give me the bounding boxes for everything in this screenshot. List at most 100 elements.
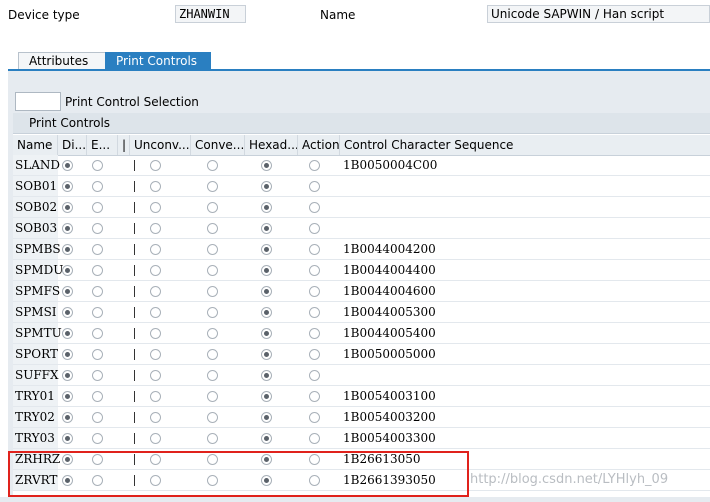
radio-hexad[interactable]: [261, 202, 272, 213]
radio-e[interactable]: [92, 244, 103, 255]
radio-di[interactable]: [62, 433, 73, 444]
radio-unconv[interactable]: [150, 244, 161, 255]
table-row[interactable]: SUFFX: [13, 365, 710, 386]
col-action[interactable]: Action: [298, 135, 340, 155]
table-row[interactable]: TRY02 1B0054003200: [13, 407, 710, 428]
col-name[interactable]: Name: [13, 135, 58, 155]
radio-action[interactable]: [309, 160, 320, 171]
radio-conve[interactable]: [207, 244, 218, 255]
control-sequence-cell[interactable]: 1B0054003100: [340, 386, 710, 406]
control-sequence-cell[interactable]: 1B0054003300: [340, 428, 710, 448]
radio-conve[interactable]: [207, 181, 218, 192]
radio-unconv[interactable]: [150, 202, 161, 213]
col-unconv[interactable]: Unconv...: [130, 135, 191, 155]
radio-action[interactable]: [309, 328, 320, 339]
radio-di[interactable]: [62, 181, 73, 192]
radio-conve[interactable]: [207, 370, 218, 381]
control-sequence-cell[interactable]: 1B0044004600: [340, 281, 710, 301]
col-conve[interactable]: Conve...: [191, 135, 245, 155]
radio-di[interactable]: [62, 265, 73, 276]
radio-di[interactable]: [62, 160, 73, 171]
radio-di[interactable]: [62, 223, 73, 234]
control-sequence-cell[interactable]: [340, 218, 710, 238]
radio-e[interactable]: [92, 307, 103, 318]
radio-unconv[interactable]: [150, 307, 161, 318]
radio-conve[interactable]: [207, 202, 218, 213]
control-sequence-cell[interactable]: 1B0044004200: [340, 239, 710, 259]
radio-hexad[interactable]: [261, 286, 272, 297]
table-row[interactable]: SPMFS 1B0044004600: [13, 281, 710, 302]
radio-di[interactable]: [62, 286, 73, 297]
radio-unconv[interactable]: [150, 328, 161, 339]
radio-conve[interactable]: [207, 307, 218, 318]
radio-hexad[interactable]: [261, 181, 272, 192]
radio-unconv[interactable]: [150, 433, 161, 444]
table-row[interactable]: SOB01: [13, 176, 710, 197]
radio-di[interactable]: [62, 244, 73, 255]
device-type-field[interactable]: ZHANWIN: [175, 5, 246, 23]
radio-action[interactable]: [309, 433, 320, 444]
radio-unconv[interactable]: [150, 391, 161, 402]
table-row[interactable]: TRY01 1B0054003100: [13, 386, 710, 407]
radio-hexad[interactable]: [261, 223, 272, 234]
radio-unconv[interactable]: [150, 223, 161, 234]
radio-conve[interactable]: [207, 433, 218, 444]
radio-e[interactable]: [92, 286, 103, 297]
radio-action[interactable]: [309, 181, 320, 192]
col-control-sequence[interactable]: Control Character Sequence: [340, 135, 710, 155]
radio-hexad[interactable]: [261, 391, 272, 402]
radio-hexad[interactable]: [261, 244, 272, 255]
radio-action[interactable]: [309, 412, 320, 423]
name-field[interactable]: Unicode SAPWIN / Han script: [487, 5, 710, 23]
radio-e[interactable]: [92, 223, 103, 234]
radio-conve[interactable]: [207, 412, 218, 423]
table-row[interactable]: SPMBS 1B0044004200: [13, 239, 710, 260]
control-sequence-cell[interactable]: 1B0054003200: [340, 407, 710, 427]
radio-action[interactable]: [309, 370, 320, 381]
radio-unconv[interactable]: [150, 160, 161, 171]
radio-hexad[interactable]: [261, 307, 272, 318]
col-di[interactable]: Di...: [58, 135, 87, 155]
tab-print-controls[interactable]: Print Controls: [105, 52, 211, 70]
radio-e[interactable]: [92, 412, 103, 423]
radio-conve[interactable]: [207, 349, 218, 360]
radio-unconv[interactable]: [150, 286, 161, 297]
table-row[interactable]: SOB03: [13, 218, 710, 239]
control-sequence-cell[interactable]: [340, 197, 710, 217]
radio-action[interactable]: [309, 391, 320, 402]
radio-hexad[interactable]: [261, 433, 272, 444]
radio-action[interactable]: [309, 286, 320, 297]
radio-di[interactable]: [62, 370, 73, 381]
radio-unconv[interactable]: [150, 412, 161, 423]
radio-unconv[interactable]: [150, 370, 161, 381]
table-row[interactable]: SLAND 1B0050004C00: [13, 155, 710, 176]
radio-di[interactable]: [62, 307, 73, 318]
radio-unconv[interactable]: [150, 265, 161, 276]
radio-e[interactable]: [92, 391, 103, 402]
radio-e[interactable]: [92, 160, 103, 171]
tab-attributes[interactable]: Attributes: [18, 52, 106, 70]
radio-action[interactable]: [309, 244, 320, 255]
radio-unconv[interactable]: [150, 181, 161, 192]
control-sequence-cell[interactable]: 1B0044005400: [340, 323, 710, 343]
col-bar[interactable]: |: [118, 135, 130, 155]
radio-e[interactable]: [92, 433, 103, 444]
radio-hexad[interactable]: [261, 370, 272, 381]
radio-action[interactable]: [309, 223, 320, 234]
radio-conve[interactable]: [207, 286, 218, 297]
table-row[interactable]: TRY03 1B0054003300: [13, 428, 710, 449]
radio-di[interactable]: [62, 328, 73, 339]
radio-di[interactable]: [62, 391, 73, 402]
radio-action[interactable]: [309, 349, 320, 360]
radio-action[interactable]: [309, 265, 320, 276]
radio-unconv[interactable]: [150, 349, 161, 360]
control-sequence-cell[interactable]: 1B0050005000: [340, 344, 710, 364]
radio-action[interactable]: [309, 202, 320, 213]
radio-conve[interactable]: [207, 223, 218, 234]
table-row[interactable]: SOB02: [13, 197, 710, 218]
radio-conve[interactable]: [207, 391, 218, 402]
col-hexad[interactable]: Hexad...: [245, 135, 298, 155]
radio-conve[interactable]: [207, 265, 218, 276]
radio-hexad[interactable]: [261, 412, 272, 423]
radio-e[interactable]: [92, 265, 103, 276]
